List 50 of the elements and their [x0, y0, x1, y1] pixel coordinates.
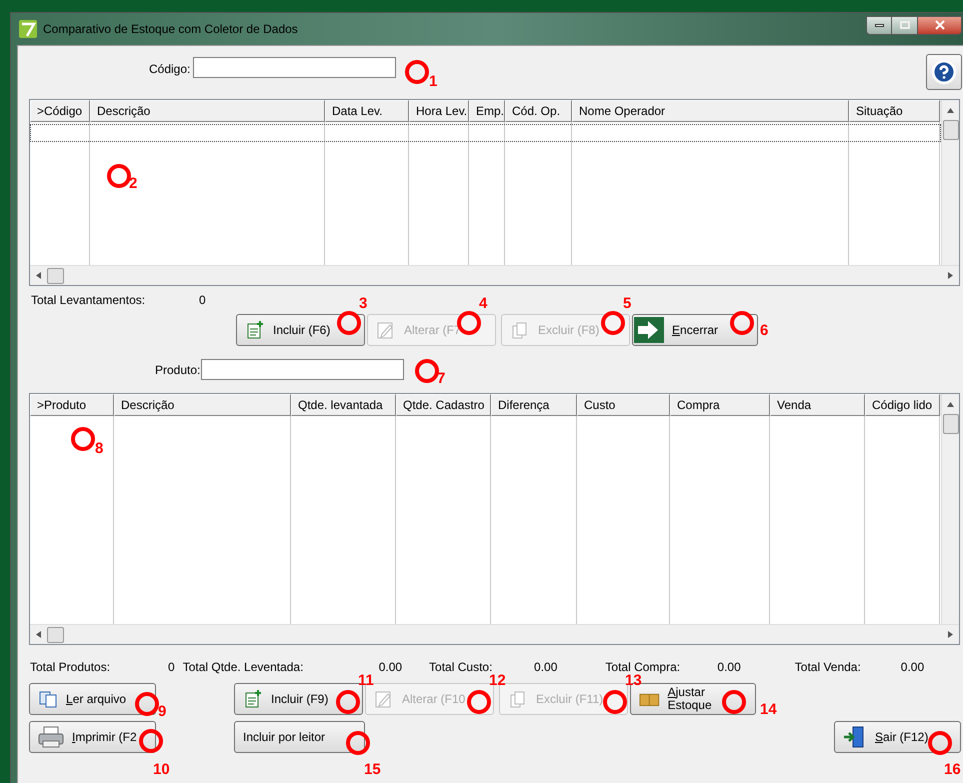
column-header[interactable]: Hora Lev. — [409, 100, 469, 122]
toolbar-button[interactable]: Encerrar — [632, 314, 758, 346]
callout-number: 6 — [760, 323, 768, 338]
total-value: 0.00 — [900, 659, 924, 676]
column-header[interactable]: Descrição — [90, 100, 325, 122]
total-label: Total Qtde. Leventada: — [182, 659, 304, 676]
callout-number: 8 — [95, 441, 104, 456]
toolbar-button[interactable]: Ler arquivo — [29, 683, 156, 715]
column-header[interactable]: Custo — [577, 394, 670, 416]
column-header[interactable]: Venda — [770, 394, 865, 416]
total-value: 0.00 — [534, 659, 558, 676]
callout-number: 1 — [429, 74, 438, 89]
column-header[interactable]: Código lido — [865, 394, 940, 416]
callout-number: 4 — [479, 296, 488, 311]
callout-number: 3 — [359, 296, 368, 311]
column-header[interactable]: Qtde. Cadastro — [396, 394, 491, 416]
callout-number: 2 — [129, 176, 138, 191]
total-label: Total Compra: — [605, 659, 682, 674]
callout-number: 9 — [158, 704, 166, 719]
column-header[interactable]: Compra — [670, 394, 770, 416]
callout-number: 16 — [944, 762, 961, 777]
total-label: Total Levantamentos: — [31, 292, 146, 309]
field-label: Produto: — [155, 362, 200, 378]
total-value: 0 — [199, 292, 206, 309]
total-label: Total Custo: — [429, 659, 494, 674]
toolbar-button[interactable]: Incluir (F6) — [236, 314, 365, 346]
column-header[interactable]: Emp. — [469, 100, 505, 122]
column-header[interactable]: >Produto — [30, 394, 114, 416]
column-header[interactable]: Nome Operador — [572, 100, 849, 122]
window-title: Comparativo de Estoque com Coletor de Dados — [43, 21, 298, 38]
callout-number: 10 — [153, 762, 170, 777]
toolbar-button[interactable]: Incluir por leitor — [234, 721, 365, 753]
column-header[interactable]: Qtde. levantada — [291, 394, 396, 416]
callout-number: 14 — [760, 702, 777, 717]
total-value: 0 — [168, 659, 175, 676]
column-header[interactable]: Cód. Op. — [505, 100, 572, 122]
callout-number: 5 — [623, 296, 632, 311]
toolbar-button[interactable]: Imprimir (F2 — [29, 721, 156, 753]
callout-number: 15 — [364, 762, 381, 777]
column-header[interactable]: >Código — [30, 100, 90, 122]
total-value: 0.00 — [717, 659, 741, 676]
column-header[interactable]: Situação — [849, 100, 940, 122]
total-label: Total Venda: — [794, 659, 862, 676]
total-value: 0.00 — [378, 659, 402, 676]
column-header[interactable]: Diferença — [491, 394, 577, 416]
field-label: Código: — [149, 61, 190, 78]
total-label: Total Produtos: — [30, 659, 112, 676]
toolbar-button[interactable]: Sair (F12) — [834, 721, 961, 753]
column-header[interactable]: Descrição — [114, 394, 291, 416]
column-header[interactable]: Data Lev. — [325, 100, 409, 122]
